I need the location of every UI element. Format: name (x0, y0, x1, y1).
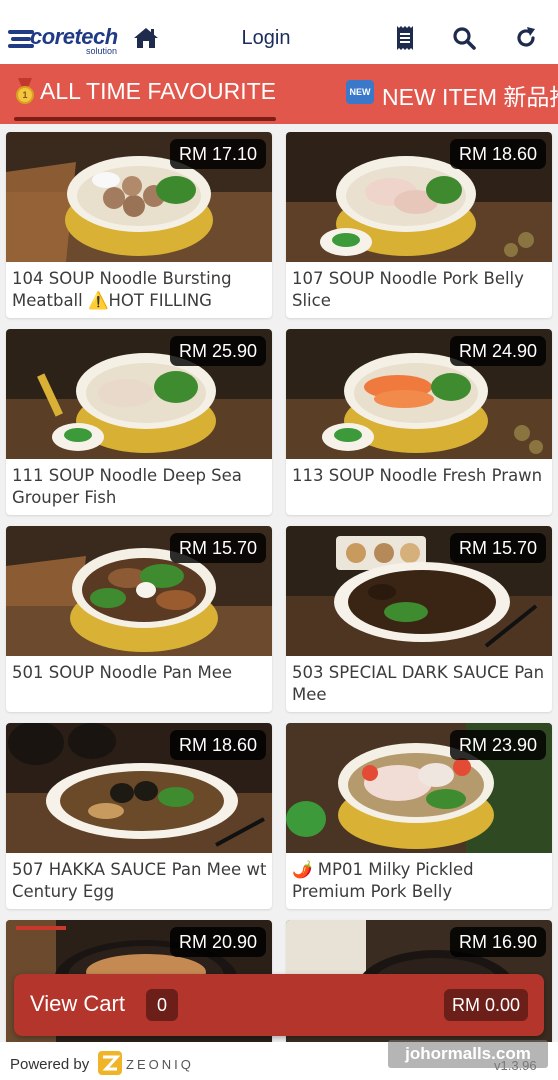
price-badge: RM 18.60 (169, 730, 266, 760)
product-name: 🌶️ MP01 Milky Pickled Premium Pork Belly (292, 860, 474, 901)
product-card[interactable]: RM 17.10 104 SOUP Noodle Bursting Meatba… (6, 132, 272, 318)
view-cart-button[interactable]: View Cart 0 RM 0.00 (14, 974, 544, 1036)
receipt-icon[interactable] (389, 22, 421, 54)
tab-label: ALL TIME FAVOURITE (40, 78, 277, 104)
price-badge: RM 20.90 (169, 927, 266, 957)
product-name: 104 SOUP Noodle Bursting Meatball ⚠️HOT … (12, 269, 232, 310)
category-tabs: 1 ALL TIME FAVOURITE NEW NEW ITEM 新品推 (0, 64, 558, 124)
product-name: 107 SOUP Noodle Pork Belly Slice (292, 269, 524, 310)
product-name: 503 SPECIAL DARK SAUCE Pan Mee (292, 663, 545, 704)
zeoniq-logo-icon (98, 1051, 122, 1075)
product-card[interactable]: RM 15.70 503 SPECIAL DARK SAUCE Pan Mee (286, 526, 552, 712)
product-card[interactable]: RM 18.60 107 SOUP Noodle Pork Belly Slic… (286, 132, 552, 318)
active-tab-indicator (14, 117, 277, 121)
price-badge: RM 16.90 (449, 927, 546, 957)
view-cart-label: View Cart (30, 991, 125, 1016)
new-badge-icon: NEW (346, 80, 374, 104)
product-name: 507 HAKKA SAUCE Pan Mee wt Century Egg (12, 860, 267, 901)
zeoniq-brand: ZEONIQ (126, 1057, 194, 1072)
price-badge: RM 23.90 (449, 730, 546, 760)
home-icon[interactable] (130, 22, 162, 54)
price-badge: RM 18.60 (449, 139, 546, 169)
product-grid: RM 17.10 104 SOUP Noodle Bursting Meatba… (0, 124, 558, 1080)
coretech-logo[interactable]: coretech solution (8, 22, 120, 58)
product-card[interactable]: RM 24.90 113 SOUP Noodle Fresh Prawn (286, 329, 552, 515)
price-badge: RM 15.70 (169, 533, 266, 563)
tab-all-time-favourite[interactable]: 1 ALL TIME FAVOURITE (14, 78, 277, 121)
product-card[interactable]: RM 23.90 🌶️ MP01 Milky Pickled Premium P… (286, 723, 552, 909)
watermark: johormalls.com (388, 1040, 548, 1068)
logo-sub: solution (86, 46, 118, 56)
powered-by-label: Powered by (10, 1056, 90, 1073)
app-root: coretech solution Login 1 ALL TIME FAVOU… (0, 0, 558, 1080)
product-card[interactable]: RM 15.70 501 SOUP Noodle Pan Mee (6, 526, 272, 712)
cart-count-badge: 0 (146, 989, 178, 1021)
login-link[interactable]: Login (236, 27, 296, 50)
cart-total-badge: RM 0.00 (443, 989, 528, 1021)
product-card[interactable]: RM 18.60 507 HAKKA SAUCE Pan Mee wt Cent… (6, 723, 272, 909)
product-name: 501 SOUP Noodle Pan Mee (12, 663, 233, 682)
price-badge: RM 15.70 (449, 533, 546, 563)
price-badge: RM 17.10 (169, 139, 266, 169)
tab-label: NEW ITEM 新品推 (382, 84, 558, 110)
tab-new-item[interactable]: NEW NEW ITEM 新品推 (346, 78, 558, 118)
refresh-icon[interactable] (510, 22, 542, 54)
search-icon[interactable] (448, 22, 480, 54)
medal-icon: 1 (14, 78, 36, 104)
price-badge: RM 24.90 (449, 336, 546, 366)
product-card[interactable]: RM 25.90 111 SOUP Noodle Deep Sea Groupe… (6, 329, 272, 515)
price-badge: RM 25.90 (169, 336, 266, 366)
product-name: 111 SOUP Noodle Deep Sea Grouper Fish (12, 466, 242, 507)
product-name: 113 SOUP Noodle Fresh Prawn (292, 466, 543, 485)
top-header: coretech solution Login (0, 0, 558, 64)
